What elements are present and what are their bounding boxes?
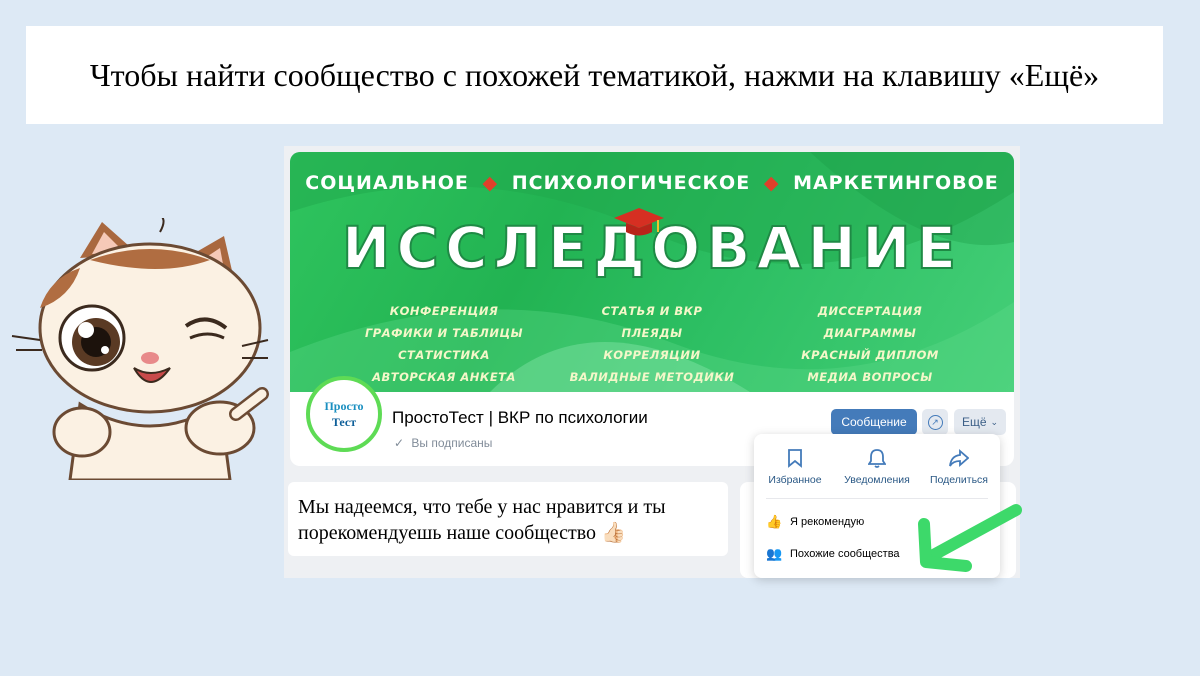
topic-item: КОРРЕЛЯЦИИ <box>603 348 701 362</box>
more-label: Ещё <box>961 415 987 429</box>
subscription-status[interactable]: ✓ Вы подписаны <box>394 436 492 450</box>
share-label: Поделиться <box>930 474 988 486</box>
diamond-icon: ◆ <box>763 172 780 194</box>
checkmark-icon: ✓ <box>394 436 405 450</box>
recommend-label: Я рекомендую <box>790 516 865 528</box>
topic-item: АВТОРСКАЯ АНКЕТА <box>372 370 516 384</box>
post-text: Мы надеемся, что тебе у нас нравится и т… <box>298 496 666 544</box>
topic-item: ВАЛИДНЫЕ МЕТОДИКИ <box>569 370 735 384</box>
bookmark-icon <box>788 449 802 468</box>
pointer-arrow-icon <box>918 504 1022 572</box>
dropdown-divider <box>766 498 988 499</box>
chevron-down-icon: ⌄ <box>990 416 999 427</box>
bell-icon <box>868 449 886 468</box>
instruction-text: Чтобы найти сообщество с похожей тематик… <box>89 56 1100 93</box>
similar-communities-label: Похожие сообщества <box>790 548 900 560</box>
subtitle-marketing: МАРКЕТИНГОВОЕ <box>793 172 999 194</box>
notifications-label: Уведомления <box>844 474 910 486</box>
community-cover: СОЦИАЛЬНОЕ ◆ ПСИХОЛОГИЧЕСКОЕ ◆ МАРКЕТИНГ… <box>290 152 1014 392</box>
topic-item: ПЛЕЯДЫ <box>621 326 683 340</box>
avatar-text-line1: Просто <box>324 399 364 413</box>
dropdown-quick-actions: Избранное Уведомления Поделиться <box>754 448 1000 492</box>
subtitle-psychological: ПСИХОЛОГИЧЕСКОЕ <box>511 172 751 194</box>
topic-item: МЕДИА ВОПРОСЫ <box>807 370 933 384</box>
graduation-cap-icon <box>614 208 664 236</box>
notifications-action[interactable]: Уведомления <box>836 448 918 492</box>
more-button[interactable]: Ещё ⌄ <box>954 409 1006 435</box>
cat-sticker <box>11 218 269 480</box>
subscribed-label: Вы подписаны <box>411 436 493 450</box>
similar-communities-menu-item[interactable]: 👥 Похожие сообщества <box>766 546 900 562</box>
share-button[interactable]: ↗ <box>922 409 948 435</box>
topic-item: ДИССЕРТАЦИЯ <box>817 304 923 318</box>
topic-item: ДИАГРАММЫ <box>823 326 917 340</box>
favorites-label: Избранное <box>768 474 822 486</box>
recommend-menu-item[interactable]: 👍 Я рекомендую <box>766 514 864 530</box>
topics-right: ДИССЕРТАЦИЯ ДИАГРАММЫ КРАСНЫЙ ДИПЛОМ МЕД… <box>780 300 960 388</box>
message-button[interactable]: Сообщение <box>831 409 917 435</box>
topic-item: ГРАФИКИ И ТАБЛИЦЫ <box>364 326 524 340</box>
avatar[interactable]: Просто Тест <box>306 376 382 452</box>
thumbs-up-icon: 👍 <box>766 514 783 529</box>
favorites-action[interactable]: Избранное <box>754 448 836 492</box>
avatar-text-line2: Тест <box>331 415 357 429</box>
cover-subtitle: СОЦИАЛЬНОЕ ◆ ПСИХОЛОГИЧЕСКОЕ ◆ МАРКЕТИНГ… <box>290 172 1014 194</box>
subtitle-social: СОЦИАЛЬНОЕ <box>305 172 469 194</box>
community-name: ПростоТест | ВКР по психологии <box>392 408 648 427</box>
topic-item: КОНФЕРЕНЦИЯ <box>389 304 499 318</box>
diamond-icon: ◆ <box>482 172 499 194</box>
share-arrow-icon <box>949 449 969 467</box>
post-card: Мы надеемся, что тебе у нас нравится и т… <box>288 482 728 556</box>
instruction-banner: Чтобы найти сообщество с похожей тематик… <box>26 26 1163 124</box>
people-icon: 👥 <box>766 546 783 561</box>
topic-item: СТАТИСТИКА <box>398 348 490 362</box>
topics-left: КОНФЕРЕНЦИЯ ГРАФИКИ И ТАБЛИЦЫ СТАТИСТИКА… <box>354 300 534 388</box>
topic-item: СТАТЬЯ И ВКР <box>601 304 703 318</box>
share-arrow-icon: ↗ <box>927 414 943 430</box>
topic-item: КРАСНЫЙ ДИПЛОМ <box>801 348 939 362</box>
share-action[interactable]: Поделиться <box>918 448 1000 492</box>
topics-center: СТАТЬЯ И ВКР ПЛЕЯДЫ КОРРЕЛЯЦИИ ВАЛИДНЫЕ … <box>562 300 742 388</box>
